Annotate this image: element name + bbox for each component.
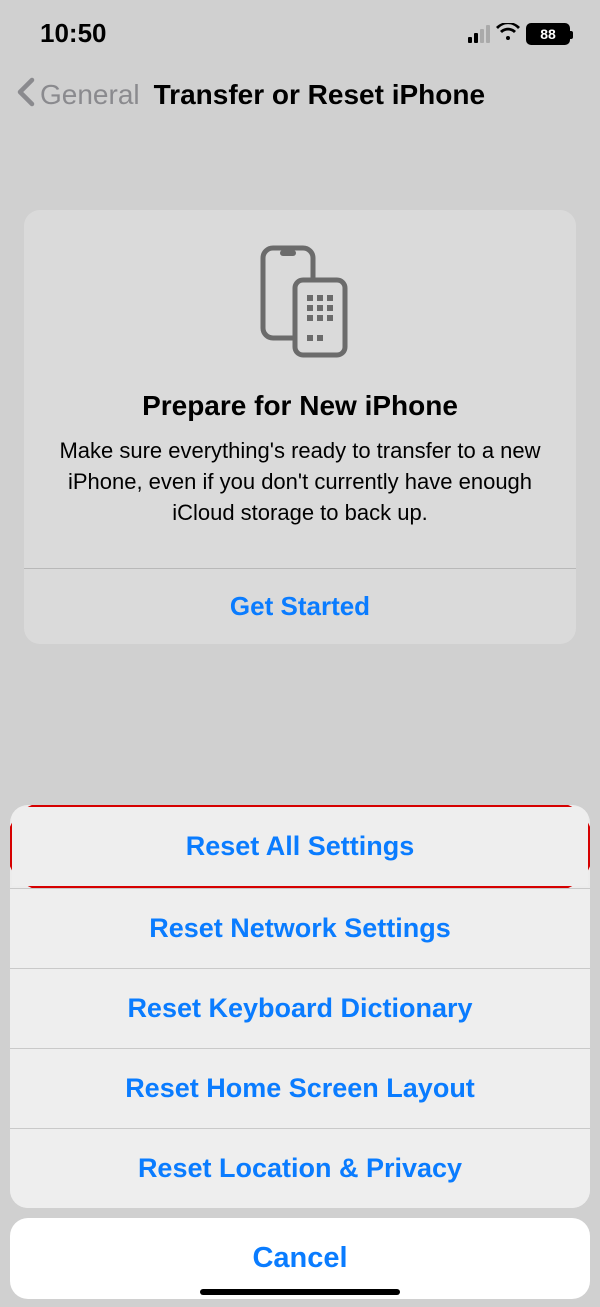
two-phones-icon — [48, 240, 552, 360]
reset-network-settings-button[interactable]: Reset Network Settings — [10, 888, 590, 968]
reset-keyboard-dictionary-button[interactable]: Reset Keyboard Dictionary — [10, 968, 590, 1048]
cancel-button[interactable]: Cancel — [10, 1218, 590, 1299]
status-bar: 10:50 88 — [0, 0, 600, 59]
reset-options-list: Reset All Settings Reset Network Setting… — [10, 805, 590, 1208]
nav-title: Transfer or Reset iPhone — [154, 79, 485, 111]
status-icons: 88 — [468, 21, 570, 47]
wifi-icon — [496, 21, 520, 47]
home-indicator[interactable] — [200, 1289, 400, 1295]
nav-back-label[interactable]: General — [40, 79, 140, 111]
action-sheet: Reset All Settings Reset Network Setting… — [0, 805, 600, 1307]
card-title: Prepare for New iPhone — [48, 390, 552, 422]
card-description: Make sure everything's ready to transfer… — [48, 436, 552, 528]
status-time: 10:50 — [40, 18, 107, 49]
prepare-card: Prepare for New iPhone Make sure everyth… — [24, 210, 576, 644]
highlighted-option: Reset All Settings — [10, 805, 590, 891]
cellular-signal-icon — [468, 25, 490, 43]
reset-all-settings-button[interactable]: Reset All Settings — [12, 807, 588, 886]
reset-home-screen-layout-button[interactable]: Reset Home Screen Layout — [10, 1048, 590, 1128]
reset-location-privacy-button[interactable]: Reset Location & Privacy — [10, 1128, 590, 1208]
chevron-left-icon[interactable] — [16, 77, 36, 112]
get-started-button[interactable]: Get Started — [48, 569, 552, 644]
battery-indicator: 88 — [526, 23, 570, 45]
nav-bar: General Transfer or Reset iPhone — [0, 59, 600, 130]
